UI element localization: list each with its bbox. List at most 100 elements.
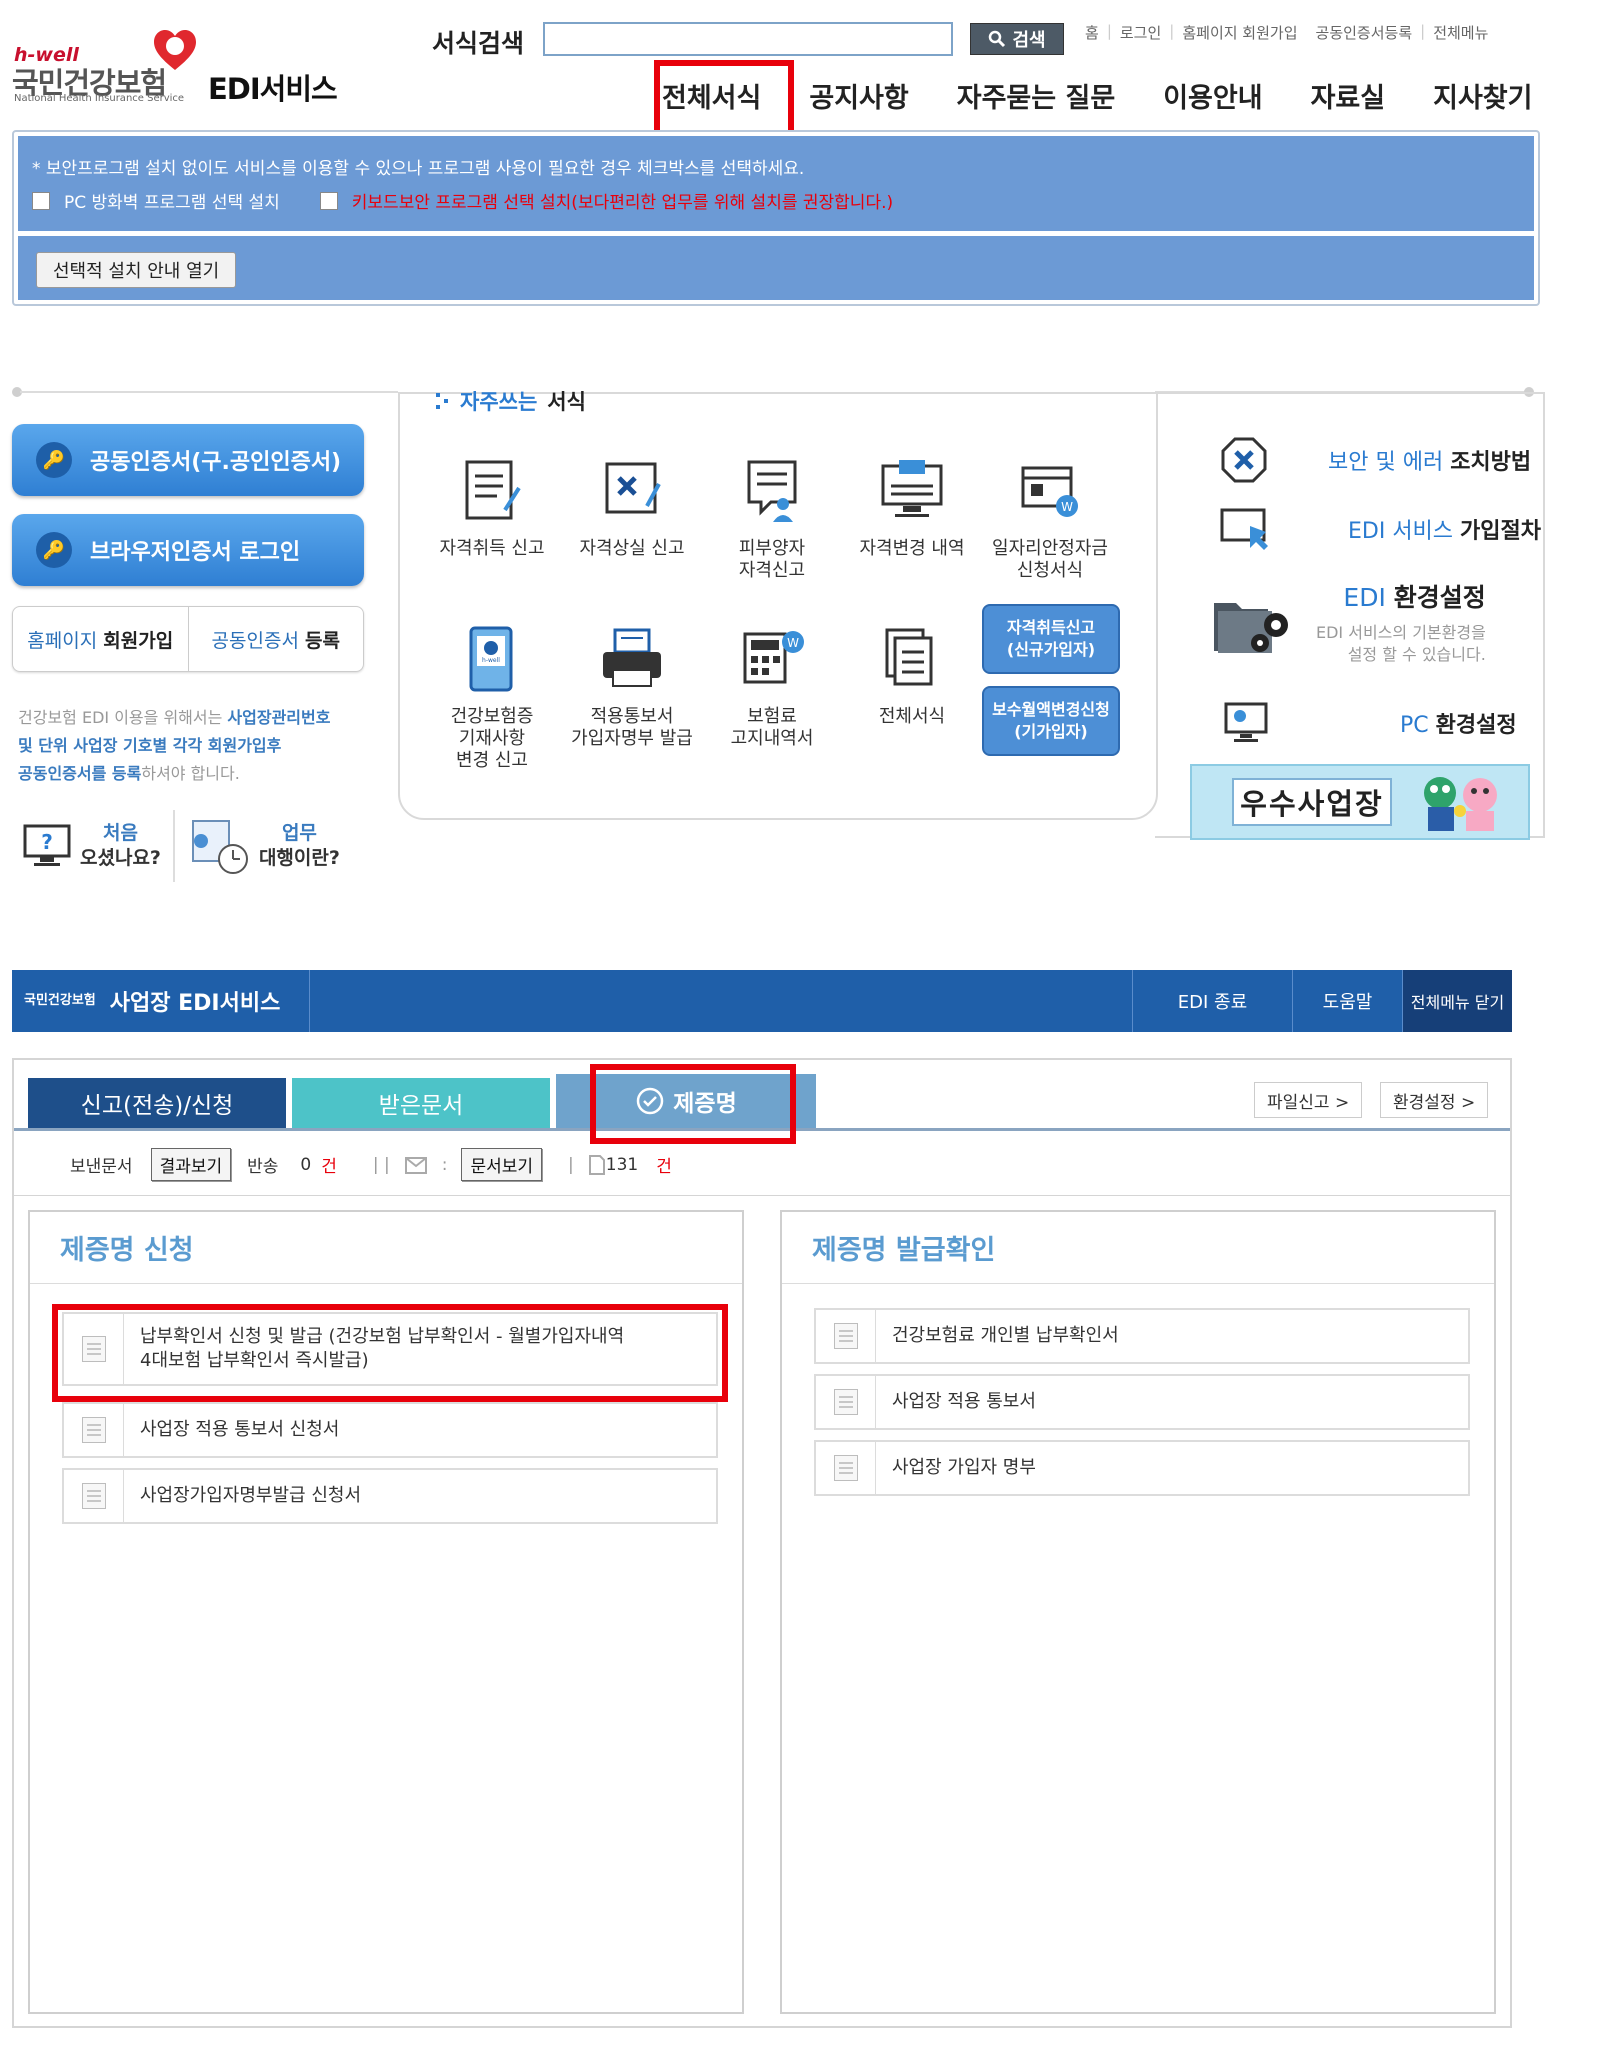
help1-line2: 오셨나요? — [80, 847, 161, 869]
document-unit: 건 — [656, 1157, 672, 1177]
view-documents-button[interactable]: 문서보기 — [461, 1148, 543, 1181]
cert-register-link[interactable]: 공동인증서 등록 — [189, 607, 364, 671]
divider-line — [20, 391, 398, 393]
browser-cert-login-button[interactable]: 🔑 브라우저인증서 로그인 — [12, 514, 364, 586]
doc-item-label: 사업장가입자명부발급 신청서 — [140, 1485, 362, 1506]
form-tile-all-forms[interactable]: 전체서식 — [842, 624, 982, 728]
homepage-signup-link[interactable]: 홈페이지 회원가입 — [13, 607, 189, 671]
help2-line2: 대행이란? — [258, 847, 340, 869]
nav-branch-finder[interactable]: 지사찾기 — [1433, 76, 1532, 115]
form-tile-dependent[interactable]: 피부양자 자격신고 — [702, 456, 842, 582]
x-octagon-icon — [1221, 437, 1267, 483]
stacked-documents-icon — [885, 628, 933, 686]
subscriber-list-item[interactable]: 사업장 가입자 명부 — [814, 1440, 1470, 1496]
monitor-chat-icon — [881, 460, 943, 517]
svg-text:?: ? — [41, 830, 53, 854]
tab-received-docs[interactable]: 받은문서 — [292, 1078, 550, 1128]
form-icon — [81, 1483, 106, 1509]
form-tile-change-history[interactable]: 자격변경 내역 — [842, 456, 982, 560]
form-tile-application-notice[interactable]: 적용통보서 가입자명부 발급 — [562, 624, 702, 750]
form-icon — [833, 1389, 858, 1415]
firewall-checkbox[interactable] — [32, 191, 50, 210]
form-tile-qualification-loss[interactable]: 자격상실 신고 — [562, 456, 702, 560]
right-row4-blue: PC — [1400, 713, 1429, 738]
excellent-workplace-banner[interactable]: 우수사업장 — [1190, 764, 1530, 840]
close-all-menu-button[interactable]: 전체메뉴 닫기 — [1402, 970, 1512, 1032]
doc-item-label: 사업장 가입자 명부 — [892, 1457, 1036, 1478]
edi-brand: 국민건강보험 사업장 EDI서비스 — [12, 970, 310, 1032]
utility-links: 홈 | 로그인 | 홈페이지 회원가입 공동인증서등록 | 전체메뉴 — [1085, 22, 1489, 43]
form-tile-qualification-acquire[interactable]: 자격취득 신고 — [422, 456, 562, 560]
keyboard-security-checkbox[interactable] — [319, 191, 338, 210]
highlight-box — [52, 1304, 728, 1402]
heart-logo-icon — [154, 30, 196, 70]
new-subscriber-acquire-button[interactable]: 자격취득신고 (신규가입자) — [982, 604, 1120, 674]
form-tile-job-stability-fund[interactable]: W 일자리안정자금 신청서식 — [980, 456, 1120, 582]
file-report-button[interactable]: 파일신고 > — [1254, 1082, 1363, 1118]
util-link-signup[interactable]: 홈페이지 회원가입 — [1182, 22, 1297, 43]
help-divider — [172, 810, 175, 882]
document-count: 131 — [605, 1154, 639, 1175]
help1-line1: 처음 — [102, 822, 138, 844]
form-tile-insurance-card-change[interactable]: h-well 건강보험증 기재사항 변경 신고 — [422, 624, 562, 772]
edi-service-bar: 국민건강보험 사업장 EDI서비스 EDI 종료 도움말 전체메뉴 닫기 — [12, 970, 1512, 1032]
util-link-cert-register[interactable]: 공동인증서등록 — [1316, 22, 1413, 43]
svg-text:h-well: h-well — [482, 657, 500, 664]
notice-panel: * 보안프로그램 설치 없이도 서비스를 이용할 수 있으나 프로그램 사용이 … — [18, 136, 1534, 231]
doc-icon-cell — [816, 1310, 876, 1362]
svg-text:W: W — [1061, 500, 1073, 514]
document-clock-icon — [191, 820, 248, 874]
joint-cert-login-button[interactable]: 🔑 공동인증서(구.공인인증서) — [12, 424, 364, 496]
status-separator: | — [568, 1154, 574, 1175]
doc-icon-cell — [64, 1404, 124, 1456]
joint-cert-login-label: 공동인증서(구.공인인증서) — [90, 450, 342, 475]
tab-submit-request[interactable]: 신고(전송)/신청 — [28, 1078, 286, 1128]
notice-guide-panel: 선택적 설치 안내 열기 — [18, 236, 1534, 300]
firewall-checkbox-label: PC 방화벽 프로그램 선택 설치 — [64, 193, 280, 213]
agency-info-link[interactable]: 업무 대행이란? — [187, 813, 340, 879]
nav-library[interactable]: 자료실 — [1311, 76, 1386, 115]
certificate-issue-check-title: 제증명 발급확인 — [782, 1212, 1494, 1284]
nav-notices[interactable]: 공지사항 — [809, 76, 908, 115]
subscriber-list-request-item[interactable]: 사업장가입자명부발급 신청서 — [62, 1468, 718, 1524]
view-results-button[interactable]: 결과보기 — [150, 1148, 232, 1181]
signup-register-box: 홈페이지 회원가입 공동인증서 등록 — [12, 606, 364, 672]
sent-docs-label: 보낸문서 — [70, 1157, 133, 1177]
salary-change-request-button[interactable]: 보수월액변경신청 (기가입자) — [982, 686, 1120, 756]
env-setting-button[interactable]: 환경설정 > — [1380, 1082, 1489, 1118]
info-line3-b: 하셔야 합니다. — [141, 764, 240, 783]
tile-label: 자격변경 내역 — [859, 538, 965, 559]
status-separator: : — [441, 1154, 448, 1175]
nav-faq[interactable]: 자주묻는 질문 — [957, 76, 1115, 115]
edi-join-procedure-link[interactable]: EDI 서비스 가입절차 — [1220, 506, 1541, 552]
workplace-notice-request-item[interactable]: 사업장 적용 통보서 신청서 — [62, 1402, 718, 1458]
signup-link-bold: 회원가입 — [103, 629, 174, 652]
util-link-login[interactable]: 로그인 — [1120, 22, 1161, 43]
pc-environment-setting-link[interactable]: PC 환경설정 — [1224, 702, 1517, 744]
search-button[interactable]: 검색 — [970, 23, 1064, 55]
workplace-notice-item[interactable]: 사업장 적용 통보서 — [814, 1374, 1470, 1430]
edi-service-title: 사업장 EDI서비스 — [109, 991, 281, 1016]
returned-unit: 건 — [321, 1157, 337, 1177]
info-line3-a: 공동인증서를 등록 — [18, 764, 142, 783]
search-input[interactable] — [543, 22, 953, 56]
util-link-home[interactable]: 홈 — [1085, 22, 1099, 43]
edi-environment-setting-link[interactable]: EDI 환경설정 EDI 서비스의 기본환경을 설정 할 수 있습니다. — [1210, 578, 1486, 666]
doc-icon-cell — [64, 1470, 124, 1522]
mini-logo: 국민건강보험 — [24, 993, 96, 1008]
right-row4-bold: 환경설정 — [1435, 713, 1517, 738]
tile-label: 자격상실 신고 — [579, 538, 685, 559]
security-error-link[interactable]: 보안 및 에러 조치방법 — [1220, 436, 1531, 484]
edi-exit-button[interactable]: EDI 종료 — [1132, 970, 1292, 1032]
first-visit-link[interactable]: ? 처음오셨나요? — [22, 821, 161, 871]
nav-guide[interactable]: 이용안내 — [1163, 76, 1262, 115]
individual-payment-confirmation-item[interactable]: 건강보험료 개인별 납부확인서 — [814, 1308, 1470, 1364]
install-guide-button[interactable]: 선택적 설치 안내 열기 — [36, 252, 237, 288]
service-title: EDI서비스 — [208, 72, 338, 106]
util-link-all-menu[interactable]: 전체메뉴 — [1433, 22, 1488, 43]
highlight-box — [654, 60, 794, 136]
form-tile-premium-notice[interactable]: W 보험료 고지내역서 — [702, 624, 842, 750]
form-icon — [833, 1455, 858, 1481]
help-button[interactable]: 도움말 — [1292, 970, 1402, 1032]
document-icon — [588, 1154, 605, 1175]
